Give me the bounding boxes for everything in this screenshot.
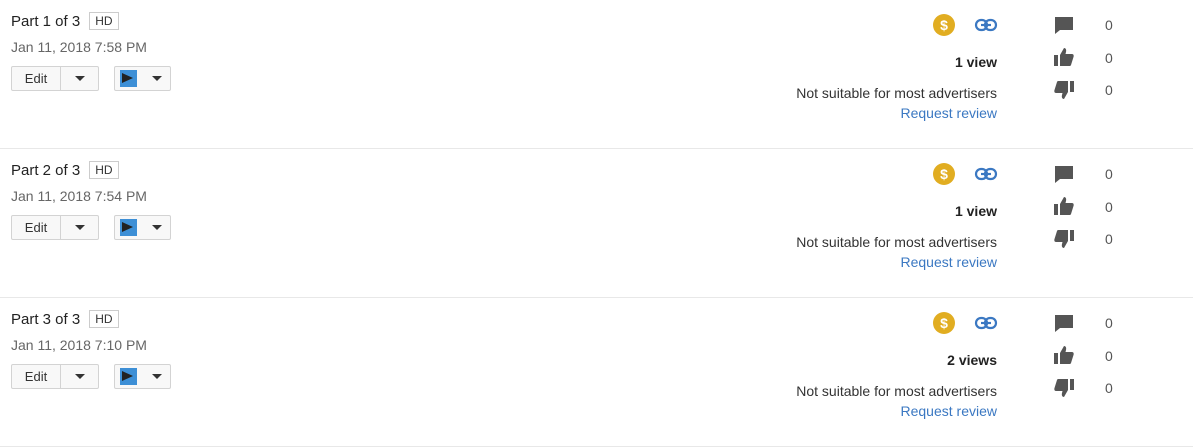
request-review-link[interactable]: Request review: [901, 105, 998, 121]
promote-thumbnail-icon: [120, 219, 137, 236]
request-review-link[interactable]: Request review: [901, 254, 998, 270]
edit-button-group: Edit: [11, 364, 99, 389]
link-icon[interactable]: [974, 166, 998, 182]
promote-button[interactable]: [114, 364, 171, 389]
ad-suitability-status: Not suitable for most advertisers: [796, 234, 997, 250]
request-review-link[interactable]: Request review: [901, 403, 998, 419]
chevron-down-icon: [152, 374, 162, 379]
view-count: 1 view: [954, 203, 997, 219]
comment-count: 0: [1105, 166, 1113, 182]
video-row: Part 3 of 3 HD Jan 11, 2018 7:10 PM Edit…: [0, 298, 1193, 447]
video-list: Part 1 of 3 HD Jan 11, 2018 7:58 PM Edit…: [0, 0, 1193, 447]
comment-icon: [1055, 166, 1073, 183]
edit-dropdown-button[interactable]: [61, 216, 98, 239]
edit-dropdown-button[interactable]: [61, 67, 98, 90]
ad-suitability-status: Not suitable for most advertisers: [796, 383, 997, 399]
comment-icon: [1055, 315, 1073, 332]
edit-dropdown-button[interactable]: [61, 365, 98, 388]
promote-thumbnail-icon: [120, 70, 137, 87]
video-title[interactable]: Part 1 of 3: [11, 13, 80, 30]
video-title-line: Part 2 of 3 HD: [11, 161, 119, 179]
video-title-line: Part 1 of 3 HD: [11, 12, 119, 30]
row-actions: Edit: [11, 364, 171, 389]
hd-badge: HD: [89, 161, 119, 179]
edit-button[interactable]: Edit: [12, 365, 61, 388]
dollar-icon[interactable]: $: [933, 14, 955, 36]
thumbs-down-icon: [1054, 81, 1074, 99]
edit-button[interactable]: Edit: [12, 67, 61, 90]
thumbs-up-icon: [1054, 197, 1074, 215]
dislike-count: 0: [1105, 231, 1113, 247]
edit-button-group: Edit: [11, 66, 99, 91]
link-icon[interactable]: [974, 315, 998, 331]
row-actions: Edit: [11, 215, 171, 240]
comment-count: 0: [1105, 315, 1113, 331]
row-actions: Edit: [11, 66, 171, 91]
video-row: Part 1 of 3 HD Jan 11, 2018 7:58 PM Edit…: [0, 0, 1193, 149]
chevron-down-icon: [152, 76, 162, 81]
thumbs-up-icon: [1054, 48, 1074, 66]
chevron-down-icon: [74, 76, 85, 81]
like-count: 0: [1105, 50, 1113, 66]
upload-date: Jan 11, 2018 7:10 PM: [11, 337, 147, 353]
promote-thumbnail-icon: [120, 368, 137, 385]
view-count: 2 views: [947, 352, 997, 368]
video-title-line: Part 3 of 3 HD: [11, 310, 119, 328]
dollar-icon[interactable]: $: [933, 312, 955, 334]
chevron-down-icon: [74, 225, 85, 230]
thumbs-up-icon: [1054, 346, 1074, 364]
like-count: 0: [1105, 199, 1113, 215]
edit-button-group: Edit: [11, 215, 99, 240]
dislike-count: 0: [1105, 380, 1113, 396]
link-icon[interactable]: [974, 17, 998, 33]
video-row: Part 2 of 3 HD Jan 11, 2018 7:54 PM Edit…: [0, 149, 1193, 298]
video-title[interactable]: Part 3 of 3: [11, 311, 80, 328]
dislike-count: 0: [1105, 82, 1113, 98]
edit-button[interactable]: Edit: [12, 216, 61, 239]
dollar-icon[interactable]: $: [933, 163, 955, 185]
hd-badge: HD: [89, 310, 119, 328]
comment-count: 0: [1105, 17, 1113, 33]
video-title[interactable]: Part 2 of 3: [11, 162, 80, 179]
thumbs-down-icon: [1054, 379, 1074, 397]
like-count: 0: [1105, 348, 1113, 364]
hd-badge: HD: [89, 12, 119, 30]
thumbs-down-icon: [1054, 230, 1074, 248]
chevron-down-icon: [74, 374, 85, 379]
chevron-down-icon: [152, 225, 162, 230]
promote-button[interactable]: [114, 215, 171, 240]
comment-icon: [1055, 17, 1073, 34]
promote-button[interactable]: [114, 66, 171, 91]
ad-suitability-status: Not suitable for most advertisers: [796, 85, 997, 101]
upload-date: Jan 11, 2018 7:54 PM: [11, 188, 147, 204]
view-count: 1 view: [954, 54, 997, 70]
upload-date: Jan 11, 2018 7:58 PM: [11, 39, 147, 55]
